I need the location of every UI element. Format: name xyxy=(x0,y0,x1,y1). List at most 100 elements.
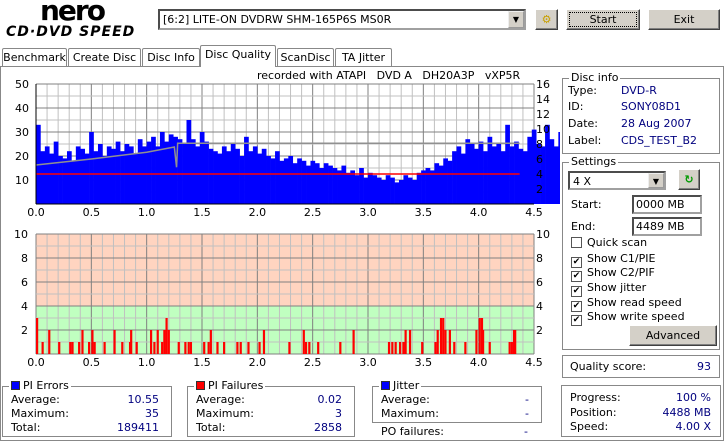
quality-score-group: Quality score: 93 xyxy=(562,355,720,378)
pie-bar xyxy=(429,170,435,204)
tab-scandisc[interactable]: ScanDisc xyxy=(277,48,334,67)
pif-bar xyxy=(209,330,212,354)
y2-tick-label: 8 xyxy=(536,138,543,151)
pif-bar xyxy=(317,342,320,354)
pie-bar xyxy=(447,160,453,204)
pi-failures-title-text: PI Failures xyxy=(208,379,264,392)
pif-bar xyxy=(258,342,261,354)
y2-tick-label: 2 xyxy=(536,324,543,337)
refresh-speed-button[interactable]: ↻ xyxy=(678,169,700,190)
show-pif-checkbox[interactable]: ✔ Show C2/PIF xyxy=(571,266,655,282)
pie-bar xyxy=(261,148,267,204)
pif-bar xyxy=(394,342,397,354)
tab-disc-info[interactable]: Disc Info xyxy=(142,48,200,67)
pie-avg-value: 10.55 xyxy=(127,393,160,406)
pie-bar xyxy=(368,172,373,204)
y-tick-label: 6 xyxy=(21,276,28,289)
x-tick-label: 3.0 xyxy=(359,206,377,219)
checkbox-box[interactable]: ✔ xyxy=(571,315,582,326)
pif-bar xyxy=(488,342,491,354)
pif-bar xyxy=(58,342,61,354)
x-tick-label: 4.0 xyxy=(470,206,488,219)
pie-bar xyxy=(301,160,307,204)
logo-bottom: CD·DVD SPEED xyxy=(6,24,136,40)
speed-select[interactable]: 4 X ▼ xyxy=(568,171,666,190)
show-write-speed-checkbox[interactable]: ✔ Show write speed xyxy=(571,310,685,326)
pie-bar xyxy=(341,165,347,204)
pie-bar xyxy=(244,136,249,204)
pie-bar xyxy=(452,151,457,204)
pif-bar xyxy=(481,330,485,354)
pie-bar xyxy=(407,177,413,204)
refresh-drive-button[interactable]: ⚙ xyxy=(535,9,558,30)
pie-bar xyxy=(398,180,404,204)
pie-max-label: Maximum: xyxy=(11,407,69,420)
jitter-title: Jitter xyxy=(379,379,422,393)
pie-bar xyxy=(558,132,560,204)
pie-bar xyxy=(372,175,378,204)
tab-create-disc[interactable]: Create Disc xyxy=(68,48,141,67)
pi-failures-title: PI Failures xyxy=(194,379,266,393)
position-label: Position: xyxy=(570,406,617,419)
pie-bar xyxy=(297,158,302,204)
progress-label: Progress: xyxy=(570,391,621,404)
y-tick-label: 8 xyxy=(21,252,28,265)
pie-bar xyxy=(257,153,263,204)
drive-select[interactable]: [6:2] LITE-ON DVDRW SHM-165P6S MS0R ▼ xyxy=(158,9,526,30)
pif-bar xyxy=(167,330,170,354)
pif-bar xyxy=(203,342,206,354)
id-label: ID: xyxy=(568,100,584,113)
advanced-button[interactable]: Advanced xyxy=(629,325,717,346)
pie-bar xyxy=(106,146,112,204)
start-field[interactable]: 0000 MB xyxy=(632,195,702,214)
nero-logo: nero CD·DVD SPEED xyxy=(6,0,151,42)
show-jitter-checkbox[interactable]: ✔ Show jitter xyxy=(571,281,646,297)
speed-value: 4 X xyxy=(573,175,592,188)
pie-bar xyxy=(328,165,333,204)
chevron-down-icon[interactable]: ▼ xyxy=(648,173,664,188)
end-field[interactable]: 4489 MB xyxy=(632,217,702,236)
x-tick-label: 3.5 xyxy=(415,206,433,219)
pie-total-label: Total: xyxy=(11,421,41,434)
type-label: Type: xyxy=(568,84,597,97)
x-tick-label: 2.0 xyxy=(249,206,267,219)
tab-benchmark[interactable]: Benchmark xyxy=(2,48,67,67)
pif-bar xyxy=(113,330,116,354)
pi-errors-title-text: PI Errors xyxy=(23,379,69,392)
tab-ta-jitter[interactable]: TA Jitter xyxy=(335,48,392,67)
pie-bar xyxy=(133,153,139,204)
jitter-color-icon xyxy=(381,381,390,390)
x-tick-label: 3.0 xyxy=(359,356,377,369)
pie-bar xyxy=(53,141,59,204)
tab-disc-quality[interactable]: Disc Quality xyxy=(200,45,276,67)
pie-bar xyxy=(142,146,147,204)
pif-bar xyxy=(130,330,133,354)
start-button[interactable]: Start xyxy=(566,9,640,30)
pif-avg-label: Average: xyxy=(196,393,245,406)
pif-bar xyxy=(475,330,478,354)
pif-bar xyxy=(91,330,94,354)
pie-bar xyxy=(279,160,285,204)
pif-bar xyxy=(103,342,106,354)
start-label: Start xyxy=(589,13,617,26)
pie-bar xyxy=(390,177,395,204)
start-field-label: Start: xyxy=(571,198,602,211)
refresh-icon: ↻ xyxy=(684,173,694,186)
exit-button[interactable]: Exit xyxy=(648,9,720,30)
pif-bar xyxy=(247,342,250,354)
pie-bar xyxy=(204,141,209,204)
jitter-group: Jitter Average: - Maximum: - xyxy=(372,379,542,423)
checkbox-box[interactable] xyxy=(571,237,582,248)
pie-bar xyxy=(500,151,506,204)
chevron-down-icon[interactable]: ▼ xyxy=(508,11,524,28)
pif-bar xyxy=(302,330,305,354)
pie-bar xyxy=(416,172,422,204)
y2-tick-label: 8 xyxy=(536,252,543,265)
quick-scan-checkbox[interactable]: Quick scan xyxy=(571,236,647,250)
pif-bar xyxy=(81,330,84,354)
pif-bar xyxy=(239,342,242,354)
x-tick-label: 0.0 xyxy=(27,206,45,219)
pie-bar xyxy=(350,170,356,204)
pif-total-label: Total: xyxy=(196,421,226,434)
y2-tick-label: 6 xyxy=(536,276,543,289)
